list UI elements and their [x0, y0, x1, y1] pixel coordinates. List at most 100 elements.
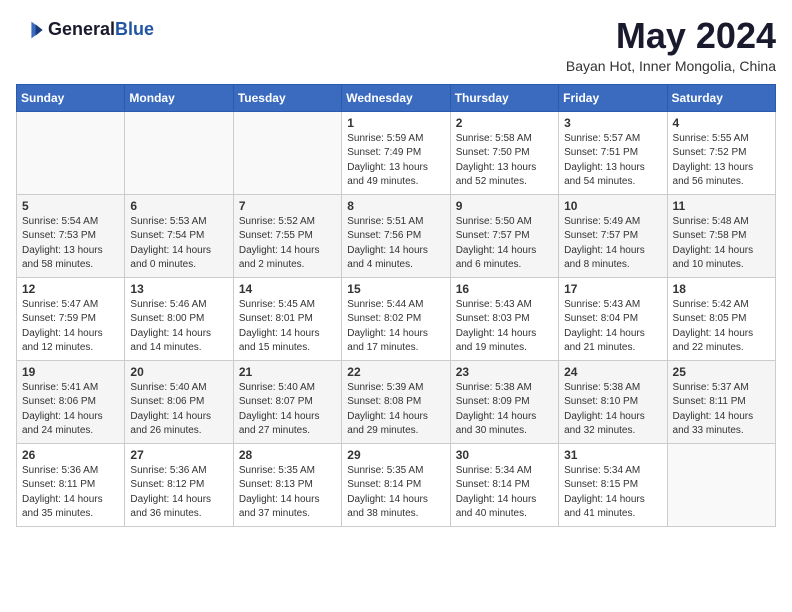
logo-blue: Blue	[115, 20, 154, 40]
day-number: 17	[564, 282, 661, 296]
calendar-cell: 31 Sunrise: 5:34 AMSunset: 8:15 PMDayligh…	[559, 443, 667, 526]
day-number: 30	[456, 448, 553, 462]
day-number: 29	[347, 448, 444, 462]
logo-general: General	[48, 20, 115, 40]
calendar-cell: 14 Sunrise: 5:45 AMSunset: 8:01 PMDayligh…	[233, 277, 341, 360]
calendar-cell: 23Sunrise: 5:38 AMSunset: 8:09 PMDayligh…	[450, 360, 558, 443]
day-number: 8	[347, 199, 444, 213]
calendar-week-row: 12 Sunrise: 5:47 AMSunset: 7:59 PMDayligh…	[17, 277, 776, 360]
calendar-table: SundayMondayTuesdayWednesdayThursdayFrid…	[16, 84, 776, 527]
calendar-cell: 27 Sunrise: 5:36 AMSunset: 8:12 PMDayligh…	[125, 443, 233, 526]
day-number: 26	[22, 448, 119, 462]
calendar-day-header: Thursday	[450, 84, 558, 111]
day-number: 9	[456, 199, 553, 213]
calendar-cell: 26 Sunrise: 5:36 AMSunset: 8:11 PMDayligh…	[17, 443, 125, 526]
calendar-cell: 20 Sunrise: 5:40 AMSunset: 8:06 PMDayligh…	[125, 360, 233, 443]
day-number: 31	[564, 448, 661, 462]
day-number: 10	[564, 199, 661, 213]
day-info: Sunrise: 5:34 AMSunset: 8:14 PMDaylight:…	[456, 464, 553, 522]
day-number: 18	[673, 282, 770, 296]
day-number: 16	[456, 282, 553, 296]
calendar-cell: 22 Sunrise: 5:39 AMSunset: 8:08 PMDayligh…	[342, 360, 450, 443]
day-info: Sunrise: 5:43 AMSunset: 8:03 PMDaylight:…	[456, 298, 553, 356]
day-info: Sunrise: 5:45 AMSunset: 8:01 PMDaylight:…	[239, 298, 336, 356]
day-number: 4	[673, 116, 770, 130]
calendar-cell: 9 Sunrise: 5:50 AMSunset: 7:57 PMDaylight…	[450, 194, 558, 277]
day-info: Sunrise: 5:46 AMSunset: 8:00 PMDaylight:…	[130, 298, 227, 356]
day-info: Sunrise: 5:42 AMSunset: 8:05 PMDaylight:…	[673, 298, 770, 356]
calendar-day-header: Tuesday	[233, 84, 341, 111]
day-info: Sunrise: 5:36 AMSunset: 8:12 PMDaylight:…	[130, 464, 227, 522]
calendar-cell	[233, 111, 341, 194]
logo-text: General Blue	[48, 20, 154, 40]
day-info: Sunrise: 5:54 AMSunset: 7:53 PMDaylight:…	[22, 215, 119, 273]
day-info: Sunrise: 5:36 AMSunset: 8:11 PMDaylight:…	[22, 464, 119, 522]
day-number: 19	[22, 365, 119, 379]
calendar-cell: 30 Sunrise: 5:34 AMSunset: 8:14 PMDayligh…	[450, 443, 558, 526]
day-info: Sunrise: 5:48 AMSunset: 7:58 PMDaylight:…	[673, 215, 770, 273]
day-info: Sunrise: 5:44 AMSunset: 8:02 PMDaylight:…	[347, 298, 444, 356]
day-number: 11	[673, 199, 770, 213]
day-info: Sunrise: 5:50 AMSunset: 7:57 PMDaylight:…	[456, 215, 553, 273]
day-info: Sunrise: 5:38 AMSunset: 8:09 PMDaylight:…	[456, 381, 553, 439]
day-info: Sunrise: 5:58 AMSunset: 7:50 PMDaylight:…	[456, 132, 553, 190]
calendar-title: May 2024	[566, 16, 776, 56]
calendar-cell: 8 Sunrise: 5:51 AMSunset: 7:56 PMDaylight…	[342, 194, 450, 277]
calendar-cell: 2 Sunrise: 5:58 AMSunset: 7:50 PMDaylight…	[450, 111, 558, 194]
calendar-cell: 21Sunrise: 5:40 AMSunset: 8:07 PMDayligh…	[233, 360, 341, 443]
day-info: Sunrise: 5:51 AMSunset: 7:56 PMDaylight:…	[347, 215, 444, 273]
calendar-cell: 18 Sunrise: 5:42 AMSunset: 8:05 PMDayligh…	[667, 277, 775, 360]
calendar-cell: 15 Sunrise: 5:44 AMSunset: 8:02 PMDayligh…	[342, 277, 450, 360]
day-number: 2	[456, 116, 553, 130]
calendar-day-header: Sunday	[17, 84, 125, 111]
day-info: Sunrise: 5:43 AMSunset: 8:04 PMDaylight:…	[564, 298, 661, 356]
calendar-cell: 3Sunrise: 5:57 AMSunset: 7:51 PMDaylight…	[559, 111, 667, 194]
calendar-day-header: Friday	[559, 84, 667, 111]
day-info: Sunrise: 5:41 AMSunset: 8:06 PMDaylight:…	[22, 381, 119, 439]
calendar-cell: 24Sunrise: 5:38 AMSunset: 8:10 PMDayligh…	[559, 360, 667, 443]
calendar-cell: 25 Sunrise: 5:37 AMSunset: 8:11 PMDayligh…	[667, 360, 775, 443]
calendar-week-row: 5Sunrise: 5:54 AMSunset: 7:53 PMDaylight…	[17, 194, 776, 277]
calendar-cell: 10 Sunrise: 5:49 AMSunset: 7:57 PMDayligh…	[559, 194, 667, 277]
day-number: 25	[673, 365, 770, 379]
day-number: 28	[239, 448, 336, 462]
calendar-header-row: SundayMondayTuesdayWednesdayThursdayFrid…	[17, 84, 776, 111]
day-info: Sunrise: 5:35 AMSunset: 8:14 PMDaylight:…	[347, 464, 444, 522]
day-info: Sunrise: 5:39 AMSunset: 8:08 PMDaylight:…	[347, 381, 444, 439]
header: General Blue May 2024 Bayan Hot, Inner M…	[16, 16, 776, 74]
calendar-cell	[17, 111, 125, 194]
calendar-week-row: 19 Sunrise: 5:41 AMSunset: 8:06 PMDayligh…	[17, 360, 776, 443]
calendar-cell: 16 Sunrise: 5:43 AMSunset: 8:03 PMDayligh…	[450, 277, 558, 360]
calendar-cell	[667, 443, 775, 526]
calendar-day-header: Monday	[125, 84, 233, 111]
day-info: Sunrise: 5:49 AMSunset: 7:57 PMDaylight:…	[564, 215, 661, 273]
calendar-cell	[125, 111, 233, 194]
day-number: 20	[130, 365, 227, 379]
day-number: 1	[347, 116, 444, 130]
day-info: Sunrise: 5:38 AMSunset: 8:10 PMDaylight:…	[564, 381, 661, 439]
calendar-cell: 17 Sunrise: 5:43 AMSunset: 8:04 PMDayligh…	[559, 277, 667, 360]
calendar-cell: 29 Sunrise: 5:35 AMSunset: 8:14 PMDayligh…	[342, 443, 450, 526]
day-number: 12	[22, 282, 119, 296]
calendar-cell: 19 Sunrise: 5:41 AMSunset: 8:06 PMDayligh…	[17, 360, 125, 443]
day-number: 15	[347, 282, 444, 296]
title-area: May 2024 Bayan Hot, Inner Mongolia, Chin…	[566, 16, 776, 74]
logo: General Blue	[16, 16, 154, 44]
day-info: Sunrise: 5:40 AMSunset: 8:07 PMDaylight:…	[239, 381, 336, 439]
day-number: 27	[130, 448, 227, 462]
logo-icon	[16, 16, 44, 44]
calendar-cell: 7Sunrise: 5:52 AMSunset: 7:55 PMDaylight…	[233, 194, 341, 277]
day-info: Sunrise: 5:35 AMSunset: 8:13 PMDaylight:…	[239, 464, 336, 522]
day-info: Sunrise: 5:37 AMSunset: 8:11 PMDaylight:…	[673, 381, 770, 439]
day-number: 14	[239, 282, 336, 296]
day-number: 22	[347, 365, 444, 379]
calendar-cell: 1Sunrise: 5:59 AMSunset: 7:49 PMDaylight…	[342, 111, 450, 194]
day-info: Sunrise: 5:40 AMSunset: 8:06 PMDaylight:…	[130, 381, 227, 439]
calendar-cell: 5Sunrise: 5:54 AMSunset: 7:53 PMDaylight…	[17, 194, 125, 277]
day-number: 13	[130, 282, 227, 296]
day-info: Sunrise: 5:34 AMSunset: 8:15 PMDaylight:…	[564, 464, 661, 522]
calendar-cell: 28 Sunrise: 5:35 AMSunset: 8:13 PMDayligh…	[233, 443, 341, 526]
day-info: Sunrise: 5:53 AMSunset: 7:54 PMDaylight:…	[130, 215, 227, 273]
day-info: Sunrise: 5:47 AMSunset: 7:59 PMDaylight:…	[22, 298, 119, 356]
day-info: Sunrise: 5:52 AMSunset: 7:55 PMDaylight:…	[239, 215, 336, 273]
